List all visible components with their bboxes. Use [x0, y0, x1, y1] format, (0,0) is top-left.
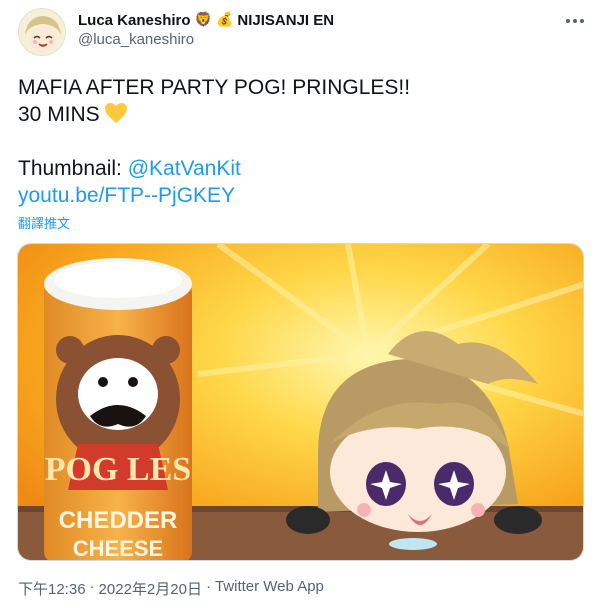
translate-tweet-link[interactable]: 翻譯推文 [18, 213, 70, 232]
yellow-heart-icon [104, 103, 127, 123]
author-handle[interactable]: @luca_kaneshiro [78, 31, 194, 48]
lion-icon: 🦁 [194, 12, 212, 28]
tweet-date[interactable]: 2022年2月20日 [99, 578, 202, 599]
can-flavor-2: CHEESE [73, 536, 163, 561]
author-name-row[interactable]: Luca Kaneshiro 🦁 💰 NIJISANJI EN [78, 10, 334, 30]
media-image[interactable]: POG LES CHEDDER CHEESE [17, 243, 584, 561]
can-flavor: CHEDDER [59, 507, 178, 534]
can-label: POG LES [45, 451, 191, 488]
thumbnail-illustration: POG LES CHEDDER CHEESE [18, 244, 583, 561]
mention-link[interactable]: @KatVanKit [128, 157, 241, 180]
tweet-time[interactable]: 下午12:36 [18, 578, 86, 599]
tweet-line-2: 30 MINS [18, 101, 578, 128]
affiliation: NIJISANJI EN [237, 11, 335, 29]
more-dot [573, 19, 577, 23]
money-bag-icon: 💰 [215, 12, 234, 28]
tweet-meta: 下午12:36 · 2022年2月20日 · Twitter Web App [18, 578, 324, 599]
youtube-link[interactable]: youtu.be/FTP--PjGKEY [18, 184, 235, 207]
tweet-source[interactable]: Twitter Web App [215, 578, 324, 599]
meta-separator: · [89, 578, 95, 595]
tweet-line-url: youtu.be/FTP--PjGKEY [18, 182, 578, 209]
more-dot [580, 19, 584, 23]
more-options-button[interactable] [562, 8, 588, 34]
tweet-line-thumbnail: Thumbnail: @KatVanKit [18, 155, 578, 182]
tweet-card: Luca Kaneshiro 🦁 💰 NIJISANJI EN @luca_ka… [0, 0, 602, 615]
more-dots-icon [566, 19, 570, 23]
avatar[interactable] [18, 8, 66, 56]
tweet-line-1: MAFIA AFTER PARTY POG! PRINGLES!! [18, 76, 411, 99]
display-name[interactable]: Luca Kaneshiro [78, 12, 191, 29]
meta-separator-2: · [205, 578, 211, 595]
tweet-line-2-text: 30 MINS [18, 103, 100, 126]
thumbnail-label: Thumbnail: [18, 157, 128, 180]
tweet-text: MAFIA AFTER PARTY POG! PRINGLES!! 30 MIN… [18, 74, 578, 209]
